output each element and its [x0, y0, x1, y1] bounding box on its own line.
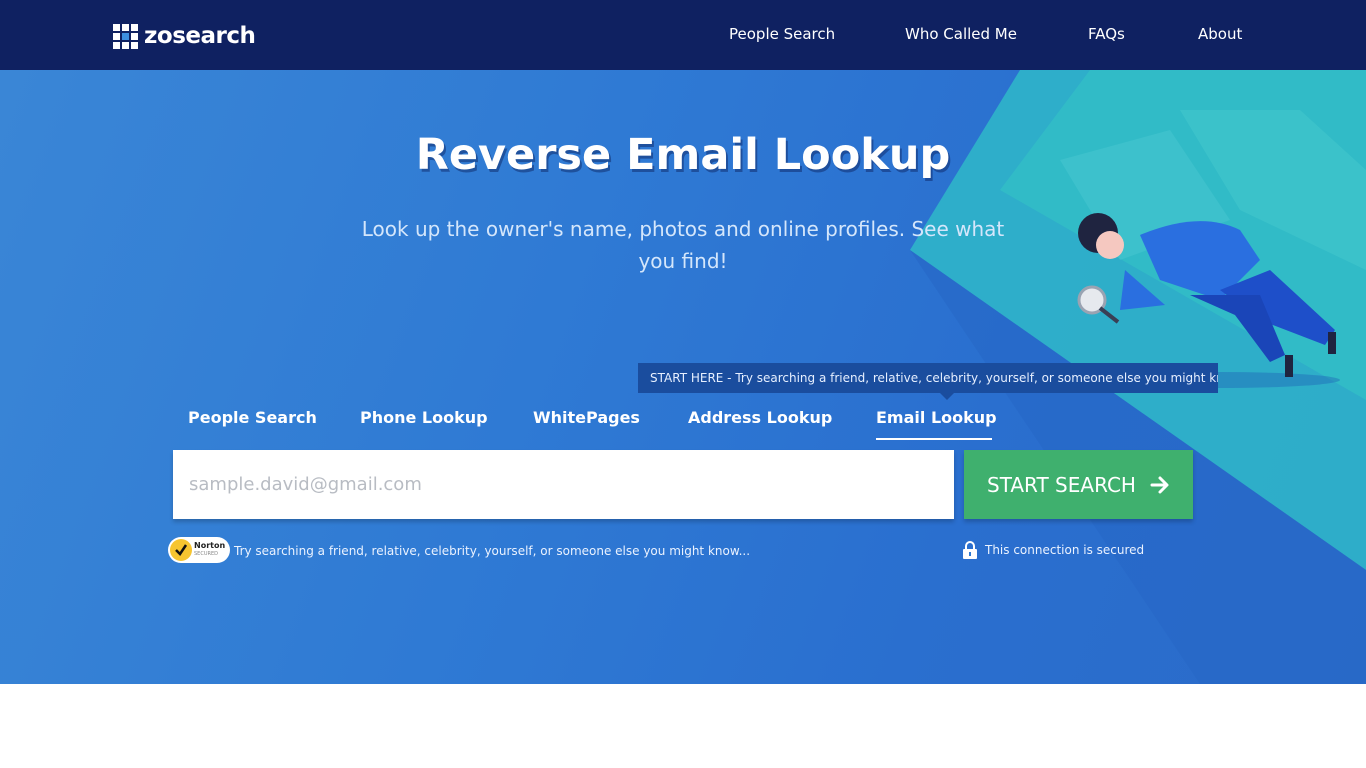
search-hint-text: Try searching a friend, relative, celebr…: [234, 544, 751, 558]
nav-link-who-called-me[interactable]: Who Called Me: [905, 25, 1017, 43]
page-subtitle: Look up the owner's name, photos and onl…: [361, 217, 1005, 273]
norton-secured-badge: Norton SECURED: [168, 537, 230, 563]
hero-section: Reverse Email Lookup Look up the owner's…: [0, 70, 1366, 684]
nav-link-about[interactable]: About: [1198, 25, 1242, 43]
top-navbar: zosearch People Search Who Called Me FAQ…: [0, 0, 1366, 70]
connection-secured-text: This connection is secured: [985, 543, 1145, 557]
start-search-label: START SEARCH: [987, 472, 1136, 497]
norton-sub-text: SECURED: [194, 551, 218, 557]
active-tab-indicator: [876, 438, 992, 440]
tab-phone-lookup[interactable]: Phone Lookup: [360, 408, 488, 427]
tab-people-search[interactable]: People Search: [188, 408, 317, 427]
tab-whitepages[interactable]: WhitePages: [533, 408, 640, 427]
norton-label: Norton SECURED: [194, 542, 225, 558]
arrow-right-icon: [1150, 476, 1169, 493]
nav-link-faqs[interactable]: FAQs: [1088, 25, 1125, 43]
tab-email-lookup[interactable]: Email Lookup: [876, 408, 997, 427]
tooltip-arrow: [940, 393, 954, 400]
logo-text: zosearch: [144, 23, 256, 49]
norton-brand-text: Norton: [194, 541, 226, 550]
email-search-input[interactable]: [173, 450, 954, 519]
start-here-tooltip: START HERE - Try searching a friend, rel…: [638, 363, 1218, 393]
norton-check-icon: [170, 539, 192, 561]
zosearch-logo[interactable]: zosearch: [113, 22, 256, 50]
lock-icon: [963, 541, 977, 559]
start-search-button[interactable]: START SEARCH: [964, 450, 1193, 519]
page-title: Reverse Email Lookup: [415, 130, 951, 180]
zosearch-logo-icon: [113, 23, 138, 49]
nav-link-people-search[interactable]: People Search: [729, 25, 835, 43]
tab-address-lookup[interactable]: Address Lookup: [688, 408, 832, 427]
